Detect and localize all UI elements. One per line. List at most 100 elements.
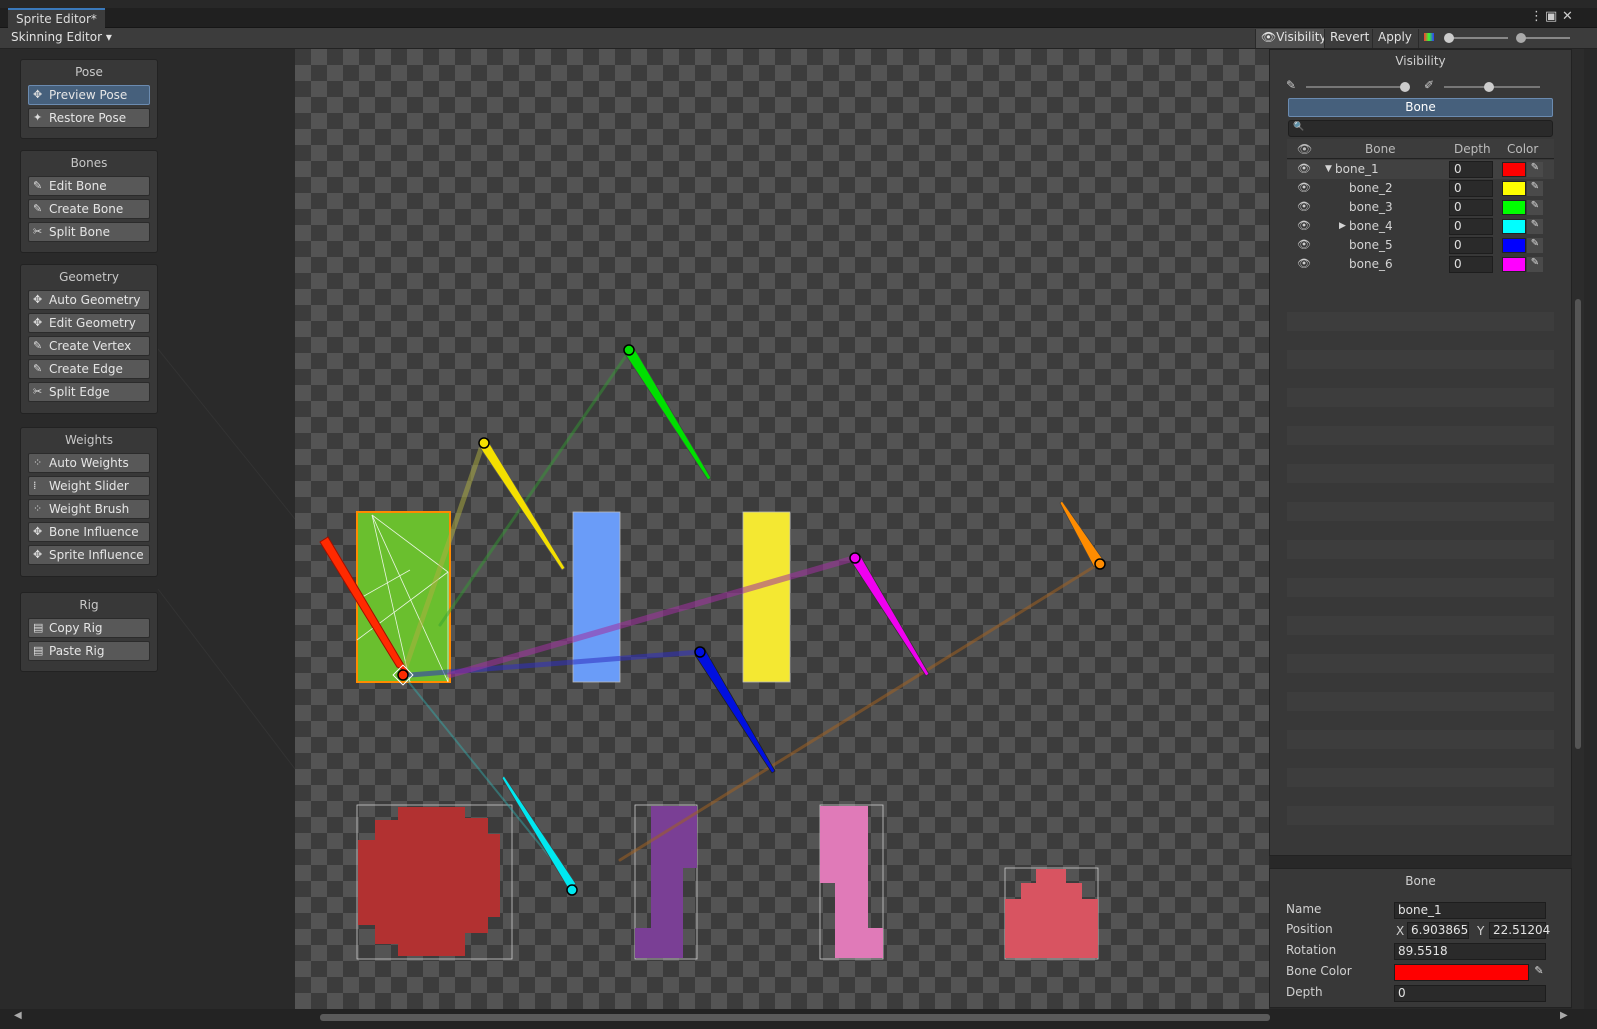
sprite-red-circle[interactable] (358, 807, 500, 956)
eyedropper-icon[interactable]: ✎ (1527, 257, 1543, 272)
bone-color-swatch[interactable] (1502, 181, 1526, 196)
create-bone-button[interactable]: ✎ Create Bone (28, 199, 150, 219)
position-y-field[interactable]: 22.51204 (1489, 922, 1550, 939)
name-field[interactable]: bone_1 (1394, 902, 1546, 919)
editor-mode-dropdown[interactable]: Skinning Editor ▾ (6, 30, 117, 47)
expand-arrow-icon[interactable]: ▼ (1325, 164, 1332, 174)
mesh-opacity-slider[interactable] (1444, 82, 1540, 92)
bone-color-swatch[interactable] (1502, 257, 1526, 272)
sprite-editor-tab[interactable]: Sprite Editor* (8, 8, 105, 28)
vertical-scrollbar-thumb[interactable] (1575, 299, 1581, 749)
eyedropper-icon[interactable]: ✎ (1527, 181, 1543, 196)
bones-panel-title: Bones (70, 156, 108, 170)
create-edge-button[interactable]: ✎ Create Edge (28, 359, 150, 379)
eyedropper-icon[interactable]: ✎ (1527, 200, 1543, 215)
color-channel-icon[interactable] (1418, 29, 1440, 48)
bone-depth-field[interactable]: 0 (1449, 161, 1493, 178)
empty-row (1287, 654, 1554, 673)
bone-color-swatch[interactable] (1502, 200, 1526, 215)
bone-3-green[interactable] (623, 344, 712, 481)
more-options-icon[interactable]: ⋮ (1530, 9, 1543, 24)
bone-color-swatch[interactable] (1502, 162, 1526, 177)
bone-row[interactable]: 👁 bone_5 0 ✎ (1287, 236, 1554, 255)
split-edge-button[interactable]: ✂ Split Edge (28, 382, 150, 402)
maximize-icon[interactable]: ▣ (1545, 9, 1557, 24)
zoom-slider[interactable] (1444, 33, 1508, 43)
bone-orange[interactable] (1059, 500, 1106, 570)
create-vertex-button[interactable]: ✎ Create Vertex (28, 336, 150, 356)
eyedropper-icon[interactable]: ✎ (1527, 238, 1543, 253)
position-x-field[interactable]: 6.903865 (1407, 922, 1469, 939)
bone-color-swatch[interactable] (1502, 238, 1526, 253)
auto-geometry-button[interactable]: ✥ Auto Geometry (28, 290, 150, 310)
bone-color-field[interactable] (1394, 964, 1529, 981)
sprite-pink-shape[interactable] (820, 806, 883, 958)
bone-column-header[interactable]: Bone (1365, 142, 1396, 156)
weight-slider-button[interactable]: ⁞ Weight Slider (28, 476, 150, 496)
eye-icon[interactable]: 👁 (1297, 238, 1311, 251)
vertical-scrollbar[interactable] (1572, 49, 1584, 1009)
eyedropper-icon[interactable]: ✎ (1527, 162, 1543, 177)
bone-depth-field[interactable]: 0 (1449, 180, 1493, 197)
empty-row (1287, 806, 1554, 825)
horizontal-scrollbar-thumb[interactable] (320, 1014, 1270, 1021)
bone-search-input[interactable]: 🔍 (1288, 120, 1553, 137)
paste-rig-label: Paste Rig (49, 644, 105, 658)
bone-row[interactable]: 👁 ▼ bone_1 0 ✎ (1287, 160, 1554, 179)
sprite-salmon-shape[interactable] (1005, 869, 1098, 958)
sprite-yellow-rect[interactable] (742, 511, 791, 683)
bone-depth-field[interactable]: 0 (1449, 237, 1493, 254)
bone-color-swatch[interactable] (1502, 219, 1526, 234)
bone-name: bone_1 (1335, 162, 1379, 176)
auto-weights-button[interactable]: ⁘ Auto Weights (28, 453, 150, 473)
bone-row[interactable]: 👁 bone_2 0 ✎ (1287, 179, 1554, 198)
bone-row[interactable]: 👁 bone_3 0 ✎ (1287, 198, 1554, 217)
depth-column-header[interactable]: Depth (1454, 142, 1491, 156)
scroll-right-icon[interactable]: ▶ (1560, 1010, 1568, 1021)
eyedropper-icon[interactable]: ✎ (1531, 964, 1547, 981)
bone-opacity-slider[interactable] (1306, 82, 1410, 92)
apply-button[interactable]: Apply (1372, 29, 1417, 48)
bone-depth-field[interactable]: 0 (1449, 199, 1493, 216)
sprite-purple-shape[interactable] (635, 806, 697, 958)
create-bone-label: Create Bone (49, 202, 124, 216)
close-icon[interactable]: ✕ (1562, 9, 1573, 24)
canvas-drawing[interactable] (295, 49, 1269, 1009)
eye-icon[interactable]: 👁 (1297, 162, 1311, 175)
copy-rig-button[interactable]: ▤ Copy Rig (28, 618, 150, 638)
bone-name: bone_4 (1349, 219, 1393, 233)
eye-icon[interactable]: 👁 (1297, 257, 1311, 270)
revert-button[interactable]: Revert (1324, 29, 1375, 48)
mip-slider[interactable] (1516, 33, 1570, 43)
visibility-column-eye-icon[interactable]: 👁 (1297, 142, 1312, 156)
sprite-influence-button[interactable]: ✥ Sprite Influence (28, 545, 150, 565)
bone-row[interactable]: 👁 bone_6 0 ✎ (1287, 255, 1554, 274)
color-column-header[interactable]: Color (1507, 142, 1538, 156)
bone-influence-button[interactable]: ✥ Bone Influence (28, 522, 150, 542)
bone-tab[interactable]: Bone (1288, 98, 1553, 117)
bone-row[interactable]: 👁 ▶ bone_4 0 ✎ (1287, 217, 1554, 236)
collapsed-arrow-icon[interactable]: ▶ (1339, 221, 1346, 231)
eye-icon[interactable]: 👁 (1297, 219, 1311, 232)
split-bone-button[interactable]: ✂ Split Bone (28, 222, 150, 242)
edit-geometry-button[interactable]: ✥ Edit Geometry (28, 313, 150, 333)
sprite-canvas[interactable] (295, 49, 1269, 1009)
scroll-left-icon[interactable]: ◀ (14, 1010, 22, 1021)
depth-field[interactable]: 0 (1394, 985, 1546, 1002)
bone-depth-field[interactable]: 0 (1449, 256, 1493, 273)
edit-bone-button[interactable]: ✎ Edit Bone (28, 176, 150, 196)
rotation-field[interactable]: 89.5518 (1394, 943, 1546, 960)
eye-icon[interactable]: 👁 (1297, 200, 1311, 213)
visibility-toggle-button[interactable]: 👁Visibility (1255, 29, 1332, 48)
eye-icon[interactable]: 👁 (1297, 181, 1311, 194)
preview-pose-button[interactable]: ✥ Preview Pose (28, 85, 150, 105)
weight-brush-button[interactable]: ⁘ Weight Brush (28, 499, 150, 519)
create-edge-label: Create Edge (49, 362, 123, 376)
horizontal-scrollbar[interactable]: ◀ ▶ (0, 1009, 1597, 1029)
paste-rig-button[interactable]: ▤ Paste Rig (28, 641, 150, 661)
bone-4-cyan[interactable] (501, 775, 578, 896)
bone-6-magenta[interactable] (849, 552, 930, 677)
bone-depth-field[interactable]: 0 (1449, 218, 1493, 235)
restore-pose-button[interactable]: ✦ Restore Pose (28, 108, 150, 128)
eyedropper-icon[interactable]: ✎ (1527, 219, 1543, 234)
